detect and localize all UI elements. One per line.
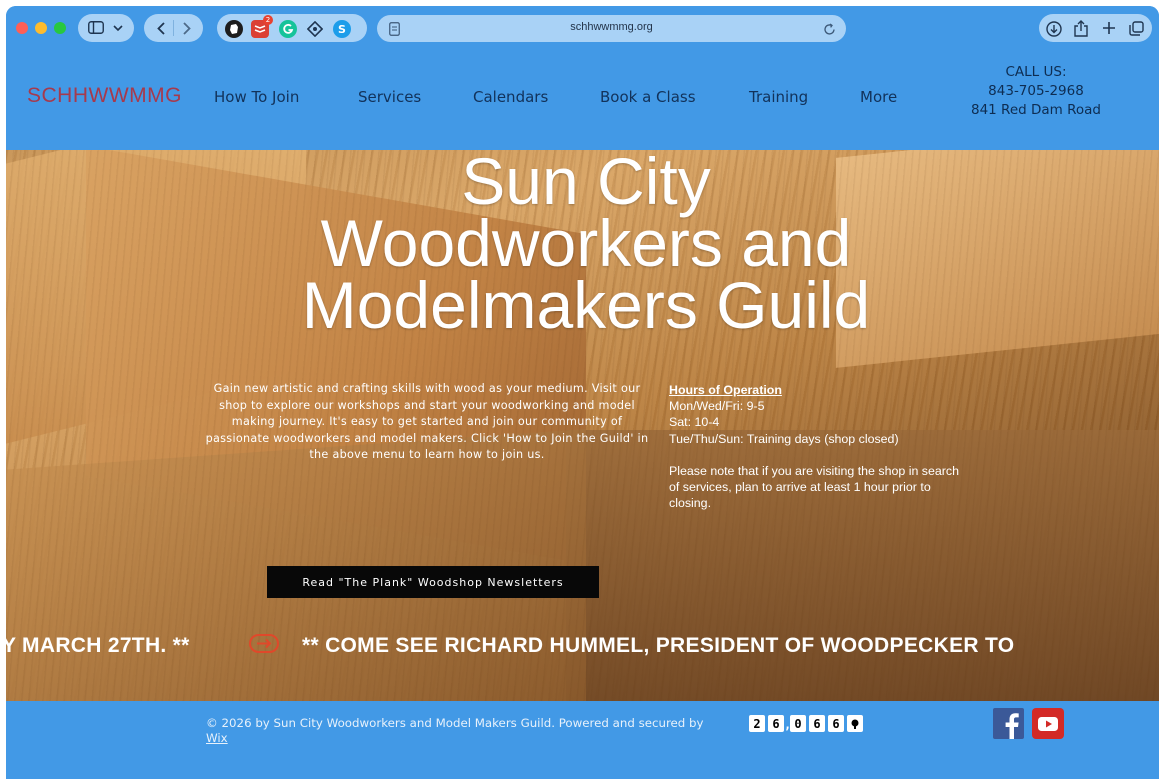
arrow-right-icon <box>249 634 279 653</box>
hero-title-line: Sun City <box>461 150 711 218</box>
nav-more[interactable]: More <box>860 88 897 106</box>
contact-phone[interactable]: 843-705-2968 <box>956 82 1116 101</box>
sidebar-toggle-button[interactable] <box>78 14 134 42</box>
counter-logo-icon <box>847 715 863 732</box>
newsletter-button[interactable]: Read "The Plank" Woodshop Newsletters <box>267 566 599 598</box>
zoom-window-button[interactable] <box>54 22 66 34</box>
tabs-icon[interactable] <box>1127 19 1145 37</box>
hours-line: Mon/Wed/Fri: 9-5 <box>669 399 765 414</box>
counter-digit: 0 <box>790 715 806 732</box>
copyright-text: © 2026 by Sun City Woodworkers and Model… <box>206 716 706 746</box>
counter-digit: 6 <box>768 715 784 732</box>
minimize-window-button[interactable] <box>35 22 47 34</box>
counter-digit: 2 <box>749 715 765 732</box>
close-window-button[interactable] <box>16 22 28 34</box>
visitor-counter: 2 6 , 0 6 6 <box>749 715 863 732</box>
evernote-icon[interactable] <box>225 20 243 38</box>
hero-title-line: Woodworkers and <box>320 206 852 280</box>
url-text: schhwwmmg.org <box>570 21 653 33</box>
browser-window: 2 S schhwwmmg.org SCHHWWMMG How To Join … <box>6 6 1159 779</box>
reload-icon[interactable] <box>823 21 836 40</box>
extension-icon[interactable] <box>306 20 324 38</box>
contact-label: CALL US: <box>1005 64 1067 80</box>
wix-link[interactable]: Wix <box>206 731 228 745</box>
ticker-text-right: ** COME SEE RICHARD HUMMEL, PRESIDENT OF… <box>302 634 1015 657</box>
notification-badge: 2 <box>263 15 273 25</box>
hours-line: Sat: 10-4 <box>669 415 720 430</box>
forward-icon[interactable] <box>179 20 195 36</box>
counter-digit: 6 <box>809 715 825 732</box>
nav-how-to-join[interactable]: How To Join <box>214 88 299 106</box>
nav-divider <box>173 20 174 36</box>
hours-note: Please note that if you are visiting the… <box>669 463 959 511</box>
nav-calendars[interactable]: Calendars <box>473 88 548 106</box>
nav-services[interactable]: Services <box>358 88 421 106</box>
copyright-label: © 2026 by Sun City Woodworkers and Model… <box>206 716 704 730</box>
site-footer: © 2026 by Sun City Woodworkers and Model… <box>6 701 1159 779</box>
chevron-down-icon <box>112 22 124 34</box>
skype-icon[interactable]: S <box>333 20 351 38</box>
contact-info: CALL US: 843-705-2968 841 Red Dam Road <box>956 63 1116 120</box>
nav-book-a-class[interactable]: Book a Class <box>600 88 696 106</box>
hours-line: Tue/Thu/Sun: Training days (shop closed) <box>669 431 899 446</box>
hero-section: Sun City Woodworkers and Modelmakers Gui… <box>6 150 1159 701</box>
facebook-icon[interactable] <box>993 708 1024 739</box>
hours-of-operation: Hours of Operation Mon/Wed/Fri: 9-5 Sat:… <box>669 382 969 511</box>
contact-address: 841 Red Dam Road <box>971 102 1101 118</box>
hero-title-line: Modelmakers Guild <box>301 268 871 342</box>
grammarly-icon[interactable] <box>279 20 297 38</box>
hero-title: Sun City Woodworkers and Modelmakers Gui… <box>156 150 1016 342</box>
site-header: SCHHWWMMG How To Join Services Calendars… <box>6 50 1159 150</box>
history-nav <box>144 14 203 42</box>
ticker-text-left: Y MARCH 27TH. ** <box>6 634 190 657</box>
browser-toolbar: 2 S schhwwmmg.org <box>6 6 1159 50</box>
back-icon[interactable] <box>153 20 169 36</box>
counter-digit: 6 <box>828 715 844 732</box>
share-icon[interactable] <box>1072 19 1090 37</box>
sidebar-icon <box>88 21 104 34</box>
new-tab-icon[interactable] <box>1100 19 1118 37</box>
announcement-ticker: Y MARCH 27TH. ** ** COME SEE RICHARD HUM… <box>6 628 1159 668</box>
hero-intro-text: Gain new artistic and crafting skills wi… <box>205 382 649 461</box>
counter-digit-value: 6 <box>772 716 780 731</box>
hours-title: Hours of Operation <box>669 383 782 397</box>
site-logo[interactable]: SCHHWWMMG <box>27 84 182 108</box>
address-bar[interactable]: schhwwmmg.org <box>377 15 846 42</box>
youtube-icon[interactable] <box>1032 708 1064 739</box>
nav-training[interactable]: Training <box>749 88 808 106</box>
download-icon[interactable] <box>1045 20 1063 38</box>
